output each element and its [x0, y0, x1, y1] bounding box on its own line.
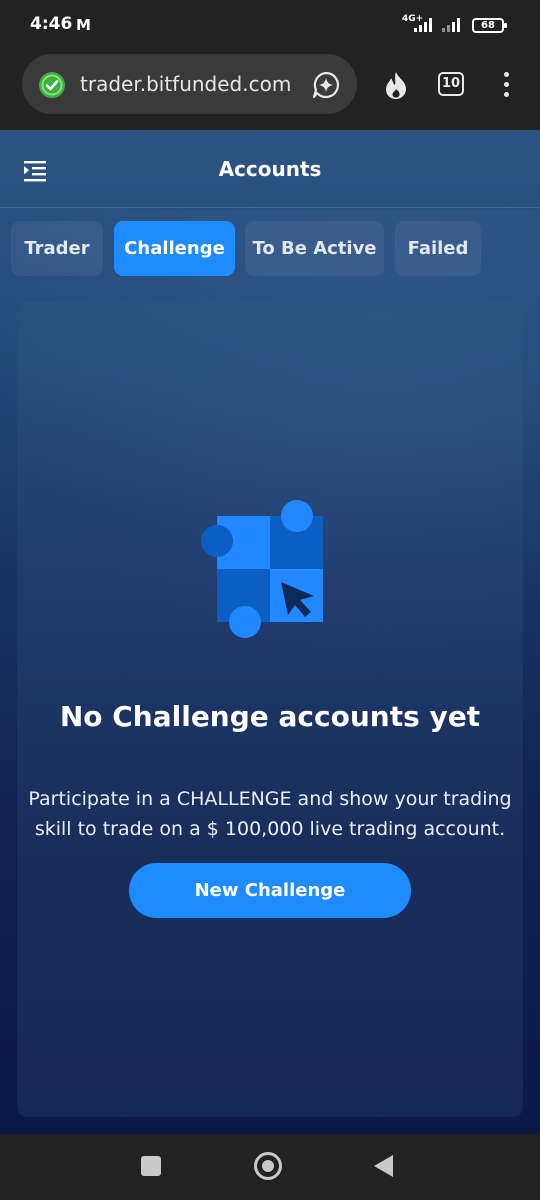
url-text[interactable]: trader.bitfunded.com [80, 72, 291, 96]
system-nav-bar [0, 1134, 540, 1200]
signal-icon [414, 18, 438, 32]
status-bar: 4:46 M 4G+ 68 [0, 0, 540, 52]
battery-icon: 68 [472, 18, 507, 33]
tab-challenge[interactable]: Challenge [114, 221, 235, 276]
tabs-icon[interactable]: 10 [438, 72, 464, 96]
page-title: Accounts [218, 157, 322, 181]
back-triangle-icon[interactable] [374, 1155, 393, 1177]
tab-to-be-active[interactable]: To Be Active [245, 221, 384, 276]
recents-square-icon[interactable] [141, 1156, 161, 1176]
puzzle-cursor-illustration [201, 500, 323, 638]
empty-state-panel: No Challenge accounts yet Participate in… [17, 302, 523, 1117]
tab-failed[interactable]: Failed [395, 221, 481, 276]
status-time: 4:46 [30, 14, 73, 34]
more-vert-icon[interactable] [504, 72, 510, 98]
app-header: Accounts [0, 130, 540, 208]
signal-icon-2 [442, 18, 466, 32]
flame-icon[interactable] [382, 70, 410, 100]
home-circle-icon[interactable] [254, 1152, 282, 1180]
empty-state-description: Participate in a CHALLENGE and show your… [28, 788, 512, 840]
tab-trader[interactable]: Trader [11, 221, 103, 276]
address-bar[interactable]: trader.bitfunded.com [22, 54, 357, 114]
app-content: Accounts Trader Challenge To Be Active F… [0, 130, 540, 1134]
browser-toolbar: trader.bitfunded.com 10 [0, 52, 540, 130]
gmail-icon: M [76, 16, 91, 34]
new-challenge-button[interactable]: New Challenge [129, 863, 411, 918]
sparkle-chat-icon[interactable] [311, 70, 341, 100]
empty-state-title: No Challenge accounts yet [59, 700, 481, 733]
shield-check-icon[interactable] [38, 71, 66, 99]
